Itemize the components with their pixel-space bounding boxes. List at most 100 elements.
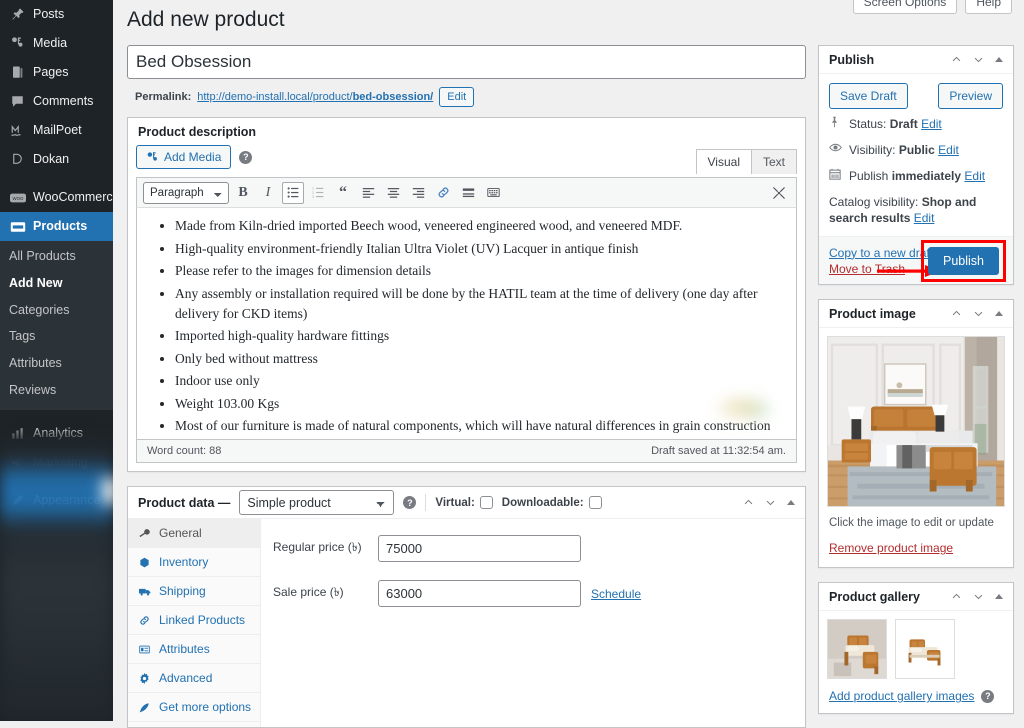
screen-options-button[interactable]: Screen Options	[852, 0, 958, 14]
save-draft-button[interactable]: Save Draft	[829, 83, 908, 110]
sidebar-item-woocommerce[interactable]: WOO WooCommerce	[0, 183, 113, 212]
add-product-gallery-images-link[interactable]: Add product gallery images	[829, 689, 974, 703]
sidebar-subitem-categories[interactable]: Categories	[0, 297, 113, 324]
tab-advanced[interactable]: Advanced	[128, 664, 260, 694]
tab-text[interactable]: Text	[750, 148, 797, 174]
attributes-icon	[139, 644, 152, 655]
publish-button[interactable]: Publish	[928, 247, 999, 276]
toggle-panel-icon[interactable]	[995, 594, 1003, 600]
downloadable-checkbox[interactable]	[588, 496, 602, 510]
sidebar-item-mailpoet[interactable]: MailPoet	[0, 116, 113, 145]
regular-price-input[interactable]	[378, 535, 581, 563]
toggle-panel-icon[interactable]	[787, 500, 795, 506]
sidebar-divider-1	[0, 174, 113, 183]
sidebar-subitem-reviews[interactable]: Reviews	[0, 377, 113, 404]
product-type-select[interactable]: Simple product	[239, 490, 395, 516]
sidebar-item-pages[interactable]: Pages	[0, 58, 113, 87]
pages-icon	[9, 64, 26, 81]
dokan-icon	[9, 151, 26, 168]
link-icon	[139, 615, 152, 626]
paragraph-format-select[interactable]: Paragraph	[143, 181, 229, 204]
help-button[interactable]: Help	[965, 0, 1012, 14]
toggle-panel-icon[interactable]	[995, 311, 1003, 317]
sale-price-input[interactable]	[378, 580, 581, 608]
permalink-url[interactable]: http://demo-install.local/product/bed-ob…	[197, 91, 433, 103]
editor-content-area[interactable]: Made from Kiln-dried imported Beech wood…	[136, 208, 797, 441]
align-left-icon[interactable]	[357, 182, 379, 204]
permalink-row: Permalink: http://demo-install.local/pro…	[127, 79, 806, 117]
numbered-list-icon[interactable]: 123	[307, 182, 329, 204]
tab-get-more-options[interactable]: Get more options	[128, 693, 260, 723]
add-media-icon	[146, 151, 159, 164]
product-featured-image[interactable]	[827, 336, 1005, 508]
preview-button[interactable]: Preview	[938, 83, 1003, 110]
tab-attributes[interactable]: Attributes	[128, 635, 260, 665]
publish-value: immediately	[891, 169, 962, 184]
virtual-label: Virtual:	[435, 496, 475, 509]
move-up-icon[interactable]	[951, 308, 962, 319]
sidebar-subitem-add-new[interactable]: Add New	[0, 270, 113, 297]
virtual-checkbox-wrap[interactable]: Virtual:	[435, 496, 493, 510]
status-edit-link[interactable]: Edit	[921, 117, 942, 131]
sidebar-item-dokan[interactable]: Dokan	[0, 145, 113, 174]
toolbar-toggle-icon[interactable]	[482, 182, 504, 204]
italic-icon[interactable]: I	[257, 182, 279, 204]
move-down-icon[interactable]	[973, 54, 984, 65]
list-item: Weight 103.00 Kgs	[175, 394, 782, 414]
catalog-edit-link[interactable]: Edit	[914, 211, 935, 225]
product-type-help-icon[interactable]: ?	[403, 496, 417, 510]
product-data-fields: Regular price (৳) Sale price (৳) Schedul…	[261, 519, 805, 727]
tab-visual[interactable]: Visual	[695, 148, 752, 174]
insert-link-icon[interactable]	[432, 182, 454, 204]
bulleted-list-icon[interactable]	[282, 181, 304, 204]
tab-general[interactable]: General	[128, 519, 260, 549]
schedule-sale-link[interactable]: Schedule	[591, 587, 641, 601]
align-right-icon[interactable]	[407, 182, 429, 204]
move-up-icon[interactable]	[951, 54, 962, 65]
move-down-icon[interactable]	[973, 591, 984, 602]
sidebar-obscured-region	[0, 434, 113, 721]
tab-inventory[interactable]: Inventory	[128, 548, 260, 578]
move-down-icon[interactable]	[973, 308, 984, 319]
virtual-checkbox[interactable]	[479, 496, 493, 510]
help-tip-icon[interactable]: ?	[239, 150, 253, 164]
sidebar-subitem-all-products[interactable]: All Products	[0, 243, 113, 270]
align-center-icon[interactable]	[382, 182, 404, 204]
product-data-header: Product data — Simple product ? Virtual:…	[128, 487, 805, 520]
sidebar-group-content: Posts Media Pages Comments MailPoet Doka…	[0, 0, 113, 174]
copy-to-new-draft-link[interactable]: Copy to a new draft	[829, 246, 933, 260]
sidebar-item-posts[interactable]: Posts	[0, 0, 113, 29]
product-title-input[interactable]	[127, 45, 806, 80]
move-up-icon[interactable]	[951, 591, 962, 602]
bold-icon[interactable]: B	[232, 182, 254, 204]
catalog-label: Catalog visibility:	[829, 195, 919, 210]
product-image-panel: Product image Click the image to edit or…	[818, 299, 1014, 569]
sidebar-item-media[interactable]: Media	[0, 29, 113, 58]
blockquote-icon[interactable]: “	[332, 182, 354, 204]
remove-product-image-link[interactable]: Remove product image	[827, 529, 1005, 559]
product-image-header: Product image	[819, 300, 1013, 329]
tab-shipping[interactable]: Shipping	[128, 577, 260, 607]
sidebar-subitem-tags[interactable]: Tags	[0, 323, 113, 350]
tab-linked-products[interactable]: Linked Products	[128, 606, 260, 636]
publish-panel-actions	[951, 54, 1003, 65]
sidebar-item-products[interactable]: Products	[0, 212, 113, 241]
publish-edit-link[interactable]: Edit	[964, 169, 985, 183]
move-down-icon[interactable]	[765, 497, 776, 508]
move-up-icon[interactable]	[743, 497, 754, 508]
read-more-icon[interactable]	[457, 182, 479, 204]
sidebar-subitem-attributes[interactable]: Attributes	[0, 350, 113, 377]
gallery-thumbnail[interactable]	[827, 619, 887, 680]
add-media-button[interactable]: Add Media	[136, 145, 232, 170]
status-label: Status:	[849, 117, 887, 132]
sidebar-item-comments[interactable]: Comments	[0, 87, 113, 116]
visibility-edit-link[interactable]: Edit	[938, 143, 959, 157]
permalink-edit-button[interactable]: Edit	[439, 87, 475, 108]
product-data-tabs: General Inventory Shipping Linked Produc…	[128, 519, 261, 728]
gallery-thumbnail[interactable]	[895, 619, 955, 680]
toggle-panel-icon[interactable]	[995, 57, 1003, 63]
status-value: Draft	[889, 117, 918, 132]
distraction-free-icon[interactable]	[768, 182, 790, 204]
gallery-help-icon[interactable]: ?	[981, 689, 995, 703]
downloadable-checkbox-wrap[interactable]: Downloadable:	[502, 496, 602, 510]
